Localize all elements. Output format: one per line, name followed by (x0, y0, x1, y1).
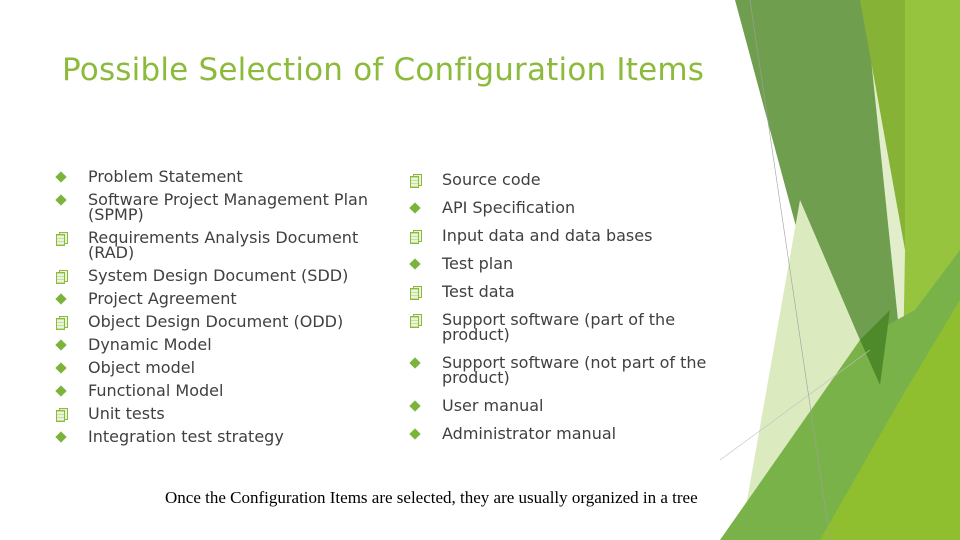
list-item: Requirements Analysis Document (RAD) (54, 230, 384, 261)
list-item: Problem Statement (54, 169, 384, 185)
list-item: Object model (54, 360, 384, 376)
list-item: Support software (not part of the produc… (408, 355, 738, 386)
diamond-bullet-icon (54, 338, 68, 352)
list-item: Integration test strategy (54, 429, 384, 445)
document-bullet-icon (408, 285, 422, 300)
list-item: Source code (408, 172, 738, 188)
slide-title: Possible Selection of Configuration Item… (62, 52, 705, 88)
diamond-bullet-icon (54, 292, 68, 306)
right-item-list: Source code API Specification Input data… (408, 172, 738, 454)
document-bullet-icon (408, 229, 422, 244)
diamond-bullet-icon (408, 201, 422, 215)
list-item: Administrator manual (408, 426, 738, 442)
diamond-bullet-icon (54, 170, 68, 184)
list-item: Object Design Document (ODD) (54, 314, 384, 330)
list-item: User manual (408, 398, 738, 414)
document-bullet-icon (408, 313, 422, 328)
list-item: Support software (part of the product) (408, 312, 738, 343)
document-bullet-icon (54, 269, 68, 284)
list-item: Functional Model (54, 383, 384, 399)
diamond-bullet-icon (408, 399, 422, 413)
left-item-list: Problem Statement Software Project Manag… (54, 169, 384, 452)
list-item: Software Project Management Plan (SPMP) (54, 192, 384, 223)
diamond-bullet-icon (408, 257, 422, 271)
diamond-bullet-icon (54, 384, 68, 398)
list-item: Test data (408, 284, 738, 300)
list-item: System Design Document (SDD) (54, 268, 384, 284)
list-item: Dynamic Model (54, 337, 384, 353)
document-bullet-icon (54, 231, 68, 246)
footer-note: Once the Configuration Items are selecte… (165, 488, 698, 507)
document-bullet-icon (54, 315, 68, 330)
document-bullet-icon (54, 407, 68, 422)
list-item: Unit tests (54, 406, 384, 422)
diamond-bullet-icon (54, 193, 68, 207)
diamond-bullet-icon (54, 430, 68, 444)
diamond-bullet-icon (408, 356, 422, 370)
diamond-bullet-icon (54, 361, 68, 375)
list-item: API Specification (408, 200, 738, 216)
diamond-bullet-icon (408, 427, 422, 441)
list-item: Project Agreement (54, 291, 384, 307)
list-item: Input data and data bases (408, 228, 738, 244)
document-bullet-icon (408, 173, 422, 188)
list-item: Test plan (408, 256, 738, 272)
